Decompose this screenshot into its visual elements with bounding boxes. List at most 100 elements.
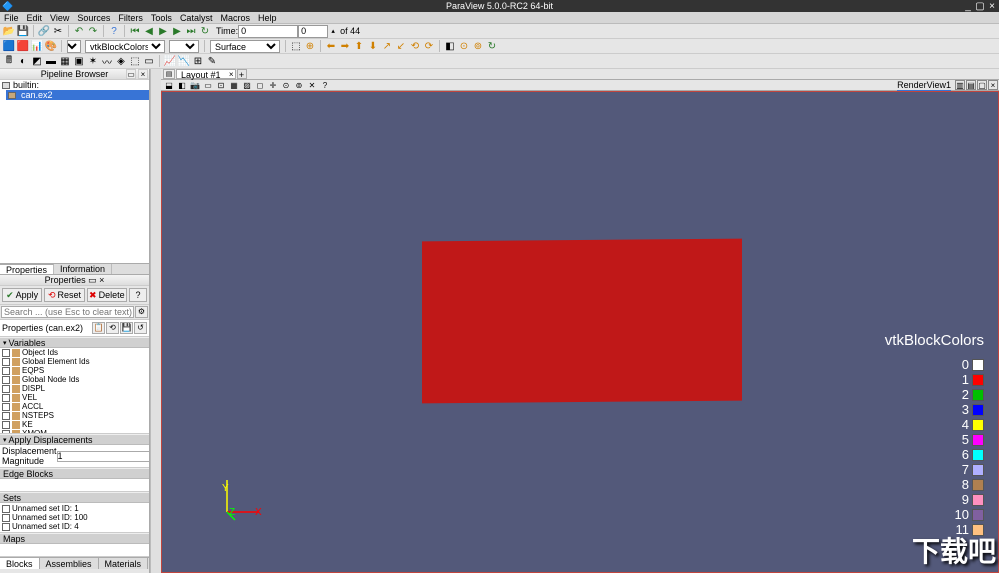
close-tab-icon[interactable]: × — [229, 70, 234, 79]
set-row[interactable]: Unnamed set ID: 4 — [2, 522, 147, 531]
rotate-90-icon[interactable]: ⟲ — [408, 39, 422, 53]
help-button[interactable]: ? — [129, 288, 147, 302]
tab-assemblies[interactable]: Assemblies — [40, 558, 99, 569]
maps-header[interactable]: Maps — [0, 533, 149, 544]
last-frame-icon[interactable]: ⏭ — [184, 24, 198, 38]
menu-file[interactable]: File — [4, 13, 19, 23]
menu-catalyst[interactable]: Catalyst — [180, 13, 213, 23]
copy-icon[interactable]: 📋 — [92, 322, 105, 334]
pipeline-browser[interactable]: builtin: can.ex2 — [0, 80, 149, 264]
checkbox-icon[interactable] — [2, 514, 10, 522]
split-v2-icon[interactable]: ▤ — [966, 80, 976, 90]
color-map-icon[interactable]: 🟥 — [16, 39, 30, 53]
ruler-icon[interactable]: ⊙ — [457, 39, 471, 53]
tab-materials[interactable]: Materials — [99, 558, 149, 569]
menu-tools[interactable]: Tools — [151, 13, 172, 23]
threshold-icon[interactable]: ▦ — [58, 54, 72, 68]
scalar-bar-icon[interactable]: 📊 — [30, 39, 44, 53]
component-select[interactable] — [67, 40, 81, 53]
spreadsheet-icon[interactable]: ⊞ — [191, 54, 205, 68]
ruler2-icon[interactable]: ⊚ — [471, 39, 485, 53]
checkbox-icon[interactable] — [2, 367, 10, 375]
checkbox-icon[interactable] — [2, 430, 10, 434]
play-icon[interactable]: ▶ — [156, 24, 170, 38]
next-frame-icon[interactable]: ▶ — [170, 24, 184, 38]
close-button[interactable]: × — [987, 1, 997, 12]
checkbox-icon[interactable] — [2, 385, 10, 393]
reset-camera-x-icon[interactable]: ⬚ — [289, 39, 303, 53]
variable-row[interactable]: Global Node Ids — [0, 375, 149, 384]
variables-header[interactable]: ▾Variables — [0, 337, 149, 348]
save-prop-icon[interactable]: 💾 — [120, 322, 133, 334]
camera-nx-icon[interactable]: ➡ — [338, 39, 352, 53]
pipeline-close-icon[interactable]: × — [138, 69, 148, 79]
checkbox-icon[interactable] — [2, 394, 10, 402]
toggle-axes-icon[interactable]: ◧ — [443, 39, 457, 53]
search-input[interactable] — [1, 306, 134, 318]
camera-nz-icon[interactable]: ↙ — [394, 39, 408, 53]
displacement-input[interactable] — [57, 451, 149, 462]
extract-icon[interactable]: ▣ — [72, 54, 86, 68]
save-icon[interactable]: 💾 — [16, 24, 30, 38]
redo-icon[interactable]: ↷ — [86, 24, 100, 38]
hover-cell-icon[interactable]: ⊚ — [293, 80, 305, 90]
variable-row[interactable]: VEL — [0, 393, 149, 402]
rotate-neg90-icon[interactable]: ⟳ — [422, 39, 436, 53]
first-frame-icon[interactable]: ⏮ — [128, 24, 142, 38]
layout-options-icon[interactable]: ▤ — [163, 69, 175, 79]
checkbox-icon[interactable] — [2, 403, 10, 411]
frame-spinner-icon[interactable]: ▴ — [328, 24, 338, 38]
delete-button[interactable]: ✖Delete — [87, 288, 127, 302]
group-icon[interactable]: ⬚ — [128, 54, 142, 68]
add-layout-icon[interactable]: + — [237, 69, 247, 79]
camera-ny-icon[interactable]: ⬇ — [366, 39, 380, 53]
interactive-select-icon[interactable]: ✛ — [267, 80, 279, 90]
color-legend[interactable]: vtkBlockColors 01234567891011 — [885, 332, 984, 537]
menu-macros[interactable]: Macros — [220, 13, 250, 23]
glyph-icon[interactable]: ✶ — [86, 54, 100, 68]
reset-prop-icon[interactable]: ⟲ — [106, 322, 119, 334]
clip-icon[interactable]: ◩ — [30, 54, 44, 68]
sets-header[interactable]: Sets — [0, 492, 149, 503]
pipeline-float-icon[interactable]: ▭ — [126, 69, 136, 79]
variable-row[interactable]: EQPS — [0, 366, 149, 375]
restore-prop-icon[interactable]: ↺ — [134, 322, 147, 334]
extract-sel-icon[interactable]: ▭ — [142, 54, 156, 68]
close-view-icon[interactable]: × — [988, 80, 998, 90]
refresh-icon[interactable]: ↻ — [485, 39, 499, 53]
render-view[interactable]: Y Z X vtkBlockColors 01234567891011 下载吧 — [161, 91, 999, 573]
checkbox-icon[interactable] — [2, 421, 10, 429]
camera-link-icon[interactable]: 📷 — [189, 80, 201, 90]
frame-input[interactable] — [298, 25, 328, 38]
probe-icon[interactable]: ✎ — [205, 54, 219, 68]
select-block-icon[interactable]: ◻ — [254, 80, 266, 90]
warp-icon[interactable]: ◈ — [114, 54, 128, 68]
split-h-icon[interactable]: ⬓ — [163, 80, 175, 90]
slice-icon[interactable]: ▬ — [44, 54, 58, 68]
color-array-select[interactable]: vtkBlockColors — [85, 40, 165, 53]
renderview-label[interactable]: RenderView1 — [897, 80, 951, 91]
stream-icon[interactable]: 〰 — [100, 54, 114, 68]
prev-frame-icon[interactable]: ◀ — [142, 24, 156, 38]
pipeline-root[interactable]: builtin: — [0, 80, 149, 90]
split-h2-icon[interactable]: ▥ — [955, 80, 965, 90]
pipeline-item-can[interactable]: can.ex2 — [6, 90, 149, 100]
edge-blocks-header[interactable]: Edge Blocks — [0, 468, 149, 479]
loop-icon[interactable]: ↻ — [198, 24, 212, 38]
variable-row[interactable]: KE — [0, 420, 149, 429]
variable-row[interactable]: DISPL — [0, 384, 149, 393]
component-idx-select[interactable] — [169, 40, 199, 53]
select-points-icon[interactable]: ⊡ — [215, 80, 227, 90]
menu-filters[interactable]: Filters — [118, 13, 143, 23]
tab-properties[interactable]: Properties — [0, 264, 54, 274]
undo-icon[interactable]: ↶ — [72, 24, 86, 38]
hover-point-icon[interactable]: ⊙ — [280, 80, 292, 90]
select-points-through-icon[interactable]: ▨ — [241, 80, 253, 90]
solid-color-icon[interactable]: 🟦 — [2, 39, 16, 53]
maximize-view-icon[interactable]: ▢ — [977, 80, 987, 90]
representation-select[interactable]: Surface — [210, 40, 280, 53]
clear-selection-icon[interactable]: ✕ — [306, 80, 318, 90]
camera-px-icon[interactable]: ⬅ — [324, 39, 338, 53]
help-icon[interactable]: ? — [107, 24, 121, 38]
variable-row[interactable]: XMOM — [0, 429, 149, 433]
